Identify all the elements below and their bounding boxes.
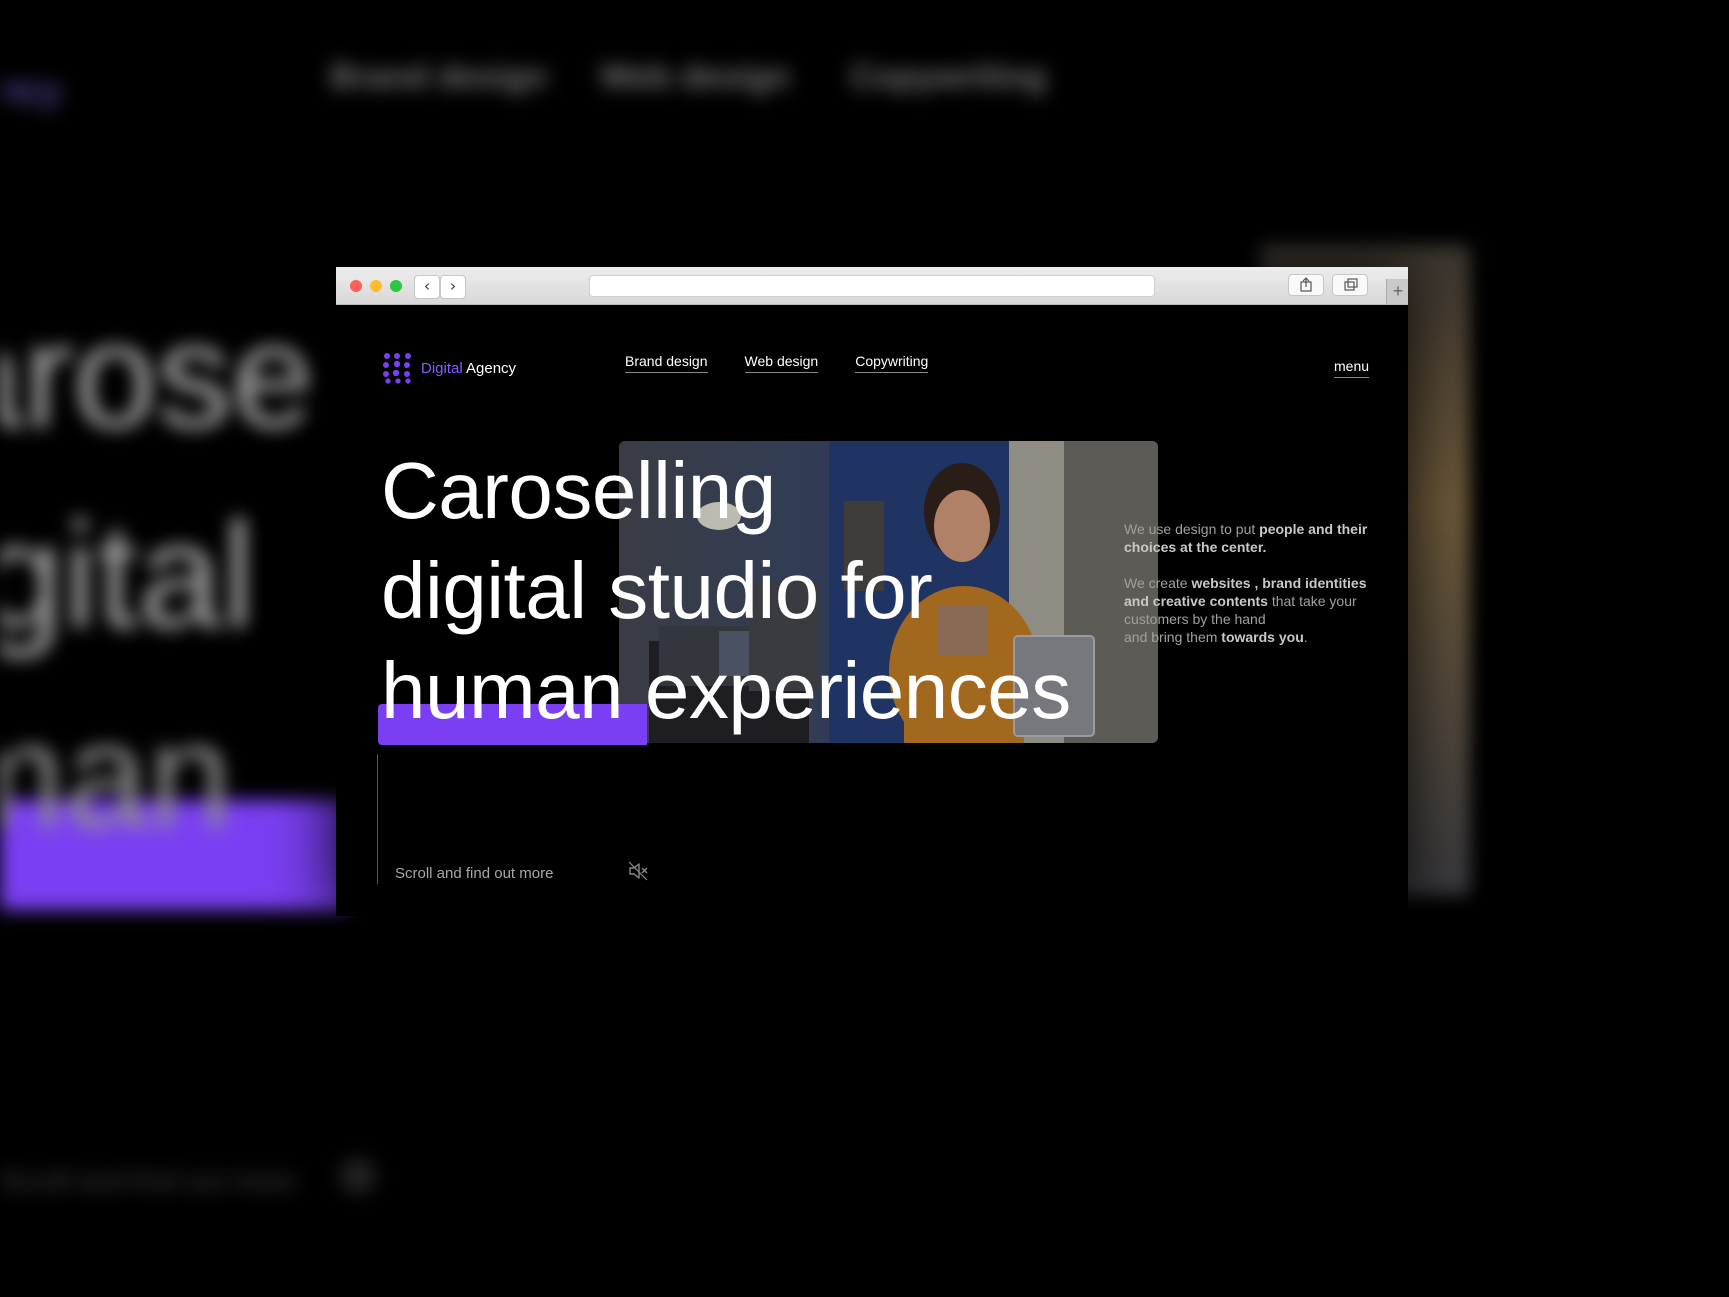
backdrop-headline-3: man <box>0 691 232 859</box>
headline-line-3-rest: experiences <box>623 646 1071 735</box>
share-button[interactable] <box>1288 274 1324 296</box>
hero-description: We use design to put people and their ch… <box>1124 520 1374 664</box>
description-paragraph-1: We use design to put people and their ch… <box>1124 520 1374 556</box>
backdrop-nav-1: Brand design <box>330 58 548 96</box>
backdrop-nav-2: Web design <box>600 58 791 96</box>
desc-p1-text: We use design to put <box>1124 521 1260 537</box>
back-button[interactable]: ‹ <box>414 275 440 299</box>
headline-line-3: human experiences <box>381 641 1071 741</box>
logo[interactable]: Digital Agency <box>382 352 516 384</box>
close-window-button[interactable] <box>350 280 362 292</box>
logo-text: Digital Agency <box>421 360 516 377</box>
desc-p2-text-3: and bring them <box>1124 629 1222 645</box>
scroll-line <box>377 754 378 884</box>
dot-grid-icon <box>383 353 411 384</box>
backdrop-headline-1: arose <box>0 291 316 459</box>
browser-window: ‹ › + Digital Agency Brand design Web de… <box>336 267 1408 916</box>
forward-button[interactable]: › <box>440 275 466 299</box>
menu-button[interactable]: menu <box>1334 358 1370 378</box>
share-icon <box>1300 277 1312 292</box>
description-paragraph-2: We create websites , brand identities an… <box>1124 574 1374 646</box>
scroll-prompt[interactable]: Scroll and find out more <box>395 865 553 882</box>
backdrop-scroll-text: Scroll and find out more <box>0 1165 296 1196</box>
address-bar[interactable] <box>589 275 1155 297</box>
maximize-window-button[interactable] <box>390 280 402 292</box>
desc-p2-end: . <box>1303 629 1308 645</box>
minimize-window-button[interactable] <box>370 280 382 292</box>
new-tab-button[interactable]: + <box>1386 279 1408 304</box>
headline-highlight-word: human <box>381 646 624 735</box>
backdrop-mute-icon <box>340 1158 376 1194</box>
headline-line-2: digital studio for <box>381 546 933 635</box>
logo-text-highlight: Digital <box>421 359 463 377</box>
main-nav: Brand design Web design Copywriting <box>625 353 929 373</box>
nav-brand-design[interactable]: Brand design <box>625 353 708 373</box>
desc-p2-bold-2: towards you <box>1221 629 1304 645</box>
logo-text-rest: Agency <box>462 359 517 377</box>
tabs-icon <box>1344 278 1358 291</box>
nav-web-design[interactable]: Web design <box>744 353 819 373</box>
page-content: Digital Agency Brand design Web design C… <box>336 305 1408 916</box>
nav-copywriting[interactable]: Copywriting <box>855 353 929 373</box>
desc-p2-text-1: We create <box>1124 575 1192 591</box>
hero-headline: Caroselling digital studio for human exp… <box>381 441 1071 741</box>
backdrop-nav-3: Copywriting <box>850 58 1047 96</box>
headline-line-1: Caroselling <box>381 446 776 535</box>
browser-toolbar: ‹ › + <box>336 267 1408 305</box>
backdrop-logo: gency <box>0 70 62 112</box>
backdrop-headline-2: gital <box>0 491 256 659</box>
speaker-muted-icon[interactable] <box>626 859 650 883</box>
tabs-button[interactable] <box>1332 274 1368 296</box>
